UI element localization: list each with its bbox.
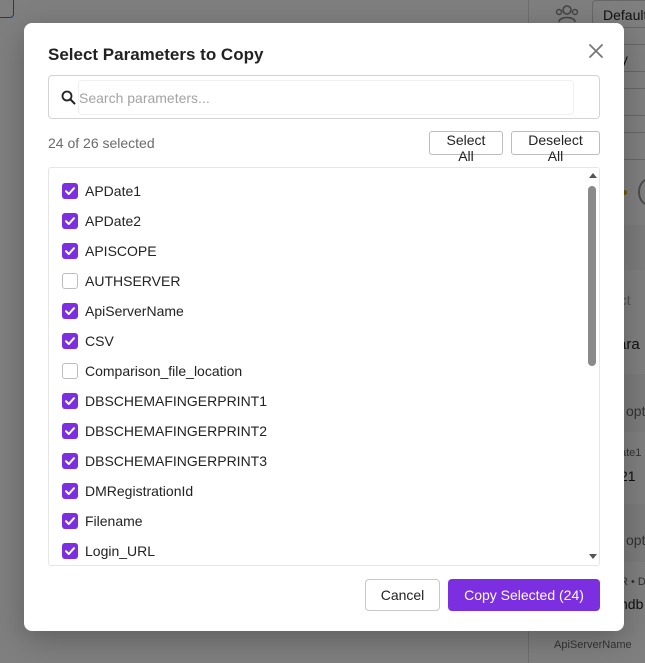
list-item[interactable]: Comparison_file_location <box>49 356 584 386</box>
list-item[interactable]: APISCOPE <box>49 236 584 266</box>
dialog-title: Select Parameters to Copy <box>48 45 264 64</box>
search-box <box>48 75 600 119</box>
checkbox[interactable] <box>62 213 78 229</box>
parameter-list: APDate1 APDate2 APISCOPE AUTHSERVER ApiServe… <box>48 167 600 566</box>
parameter-label: DBSCHEMAFINGERPRINT1 <box>85 393 268 409</box>
list-item[interactable]: DBSCHEMAFINGERPRINT2 <box>49 416 584 446</box>
list-item[interactable]: AUTHSERVER <box>49 266 584 296</box>
checkbox[interactable] <box>62 423 78 439</box>
parameter-label: DBSCHEMAFINGERPRINT2 <box>85 423 268 439</box>
checkmark-icon <box>65 427 75 435</box>
list-scrollbar[interactable] <box>586 168 599 565</box>
parameter-label: APDate2 <box>85 213 142 229</box>
close-button[interactable] <box>586 41 606 61</box>
parameter-label: CSV <box>85 333 114 349</box>
cancel-button[interactable]: Cancel <box>365 579 440 611</box>
scroll-down-arrow[interactable] <box>589 554 597 559</box>
checkmark-icon <box>65 487 75 495</box>
checkbox[interactable] <box>62 243 78 259</box>
checkmark-icon <box>65 397 75 405</box>
checkmark-icon <box>65 187 75 195</box>
parameter-label: AUTHSERVER <box>85 273 181 289</box>
list-item[interactable]: DBSCHEMAFINGERPRINT3 <box>49 446 584 476</box>
checkbox[interactable] <box>62 363 78 379</box>
parameter-label: DBSCHEMAFINGERPRINT3 <box>85 453 268 469</box>
copy-selected-button[interactable]: Copy Selected (24) <box>448 579 600 611</box>
checkbox[interactable] <box>62 543 78 559</box>
parameter-label: APISCOPE <box>85 243 157 259</box>
parameter-label: Filename <box>85 513 143 529</box>
scrollbar-thumb[interactable] <box>588 186 596 366</box>
checkmark-icon <box>65 217 75 225</box>
checkbox[interactable] <box>62 273 78 289</box>
checkbox[interactable] <box>62 183 78 199</box>
checkbox[interactable] <box>62 333 78 349</box>
list-item[interactable]: Login_URL <box>49 536 584 565</box>
checkbox[interactable] <box>62 483 78 499</box>
list-item[interactable]: Filename <box>49 506 584 536</box>
parameter-label: Comparison_file_location <box>85 363 243 379</box>
checkmark-icon <box>65 247 75 255</box>
parameter-label: ApiServerName <box>85 303 184 319</box>
checkmark-icon <box>65 337 75 345</box>
checkbox[interactable] <box>62 453 78 469</box>
scroll-up-arrow[interactable] <box>589 173 597 178</box>
list-item[interactable]: CSV <box>49 326 584 356</box>
search-input[interactable] <box>79 81 573 114</box>
selection-count: 24 of 26 selected <box>48 135 155 151</box>
parameter-label: APDate1 <box>85 183 142 199</box>
deselect-all-button[interactable]: Deselect All <box>511 131 600 164</box>
list-item[interactable]: DMRegistrationId <box>49 476 584 506</box>
checkbox[interactable] <box>62 513 78 529</box>
parameter-label: DMRegistrationId <box>85 483 194 499</box>
search-icon <box>61 90 76 105</box>
copy-parameters-dialog: Select Parameters to Copy 24 of 26 selec… <box>24 23 624 631</box>
checkbox[interactable] <box>62 393 78 409</box>
checkbox[interactable] <box>62 303 78 319</box>
parameter-label: Login_URL <box>85 543 156 559</box>
checkmark-icon <box>65 457 75 465</box>
select-all-button[interactable]: Select All <box>429 131 503 164</box>
checkmark-icon <box>65 307 75 315</box>
checkmark-icon <box>65 517 75 525</box>
list-item[interactable]: APDate2 <box>49 206 584 236</box>
close-icon <box>589 44 603 58</box>
list-item[interactable]: ApiServerName <box>49 296 584 326</box>
checkmark-icon <box>65 547 75 555</box>
list-item[interactable]: DBSCHEMAFINGERPRINT1 <box>49 386 584 416</box>
list-item[interactable]: APDate1 <box>49 176 584 206</box>
